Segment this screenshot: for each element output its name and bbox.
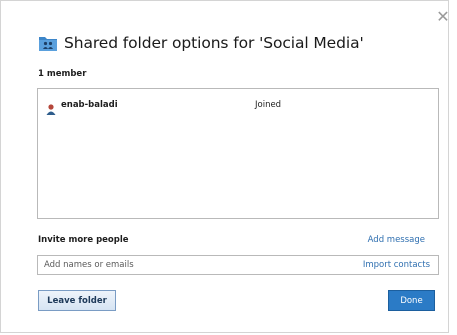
- member-status: Joined: [255, 100, 282, 110]
- member-name: enab-baladi: [61, 100, 118, 110]
- list-item: enab-baladi Joined: [46, 98, 426, 115]
- member-list: enab-baladi Joined: [37, 88, 439, 219]
- close-button[interactable]: ✕: [435, 9, 451, 25]
- member-count-label: 1 member: [38, 69, 87, 79]
- invite-input[interactable]: [44, 256, 344, 274]
- import-contacts-link[interactable]: Import contacts: [363, 260, 430, 270]
- add-message-link[interactable]: Add message: [368, 235, 425, 245]
- user-icon: [46, 100, 56, 115]
- invite-field: Import contacts: [37, 255, 439, 275]
- close-icon: ✕: [436, 7, 450, 26]
- dialog-title: Shared folder options for 'Social Media': [64, 34, 364, 52]
- shared-folder-icon: [38, 34, 58, 52]
- invite-label: Invite more people: [38, 235, 129, 245]
- dialog-header: Shared folder options for 'Social Media': [38, 31, 364, 55]
- shared-folder-dialog: ✕ Shared folder options for 'Social Medi…: [0, 0, 451, 333]
- done-button[interactable]: Done: [388, 290, 435, 311]
- leave-folder-button[interactable]: Leave folder: [38, 290, 116, 311]
